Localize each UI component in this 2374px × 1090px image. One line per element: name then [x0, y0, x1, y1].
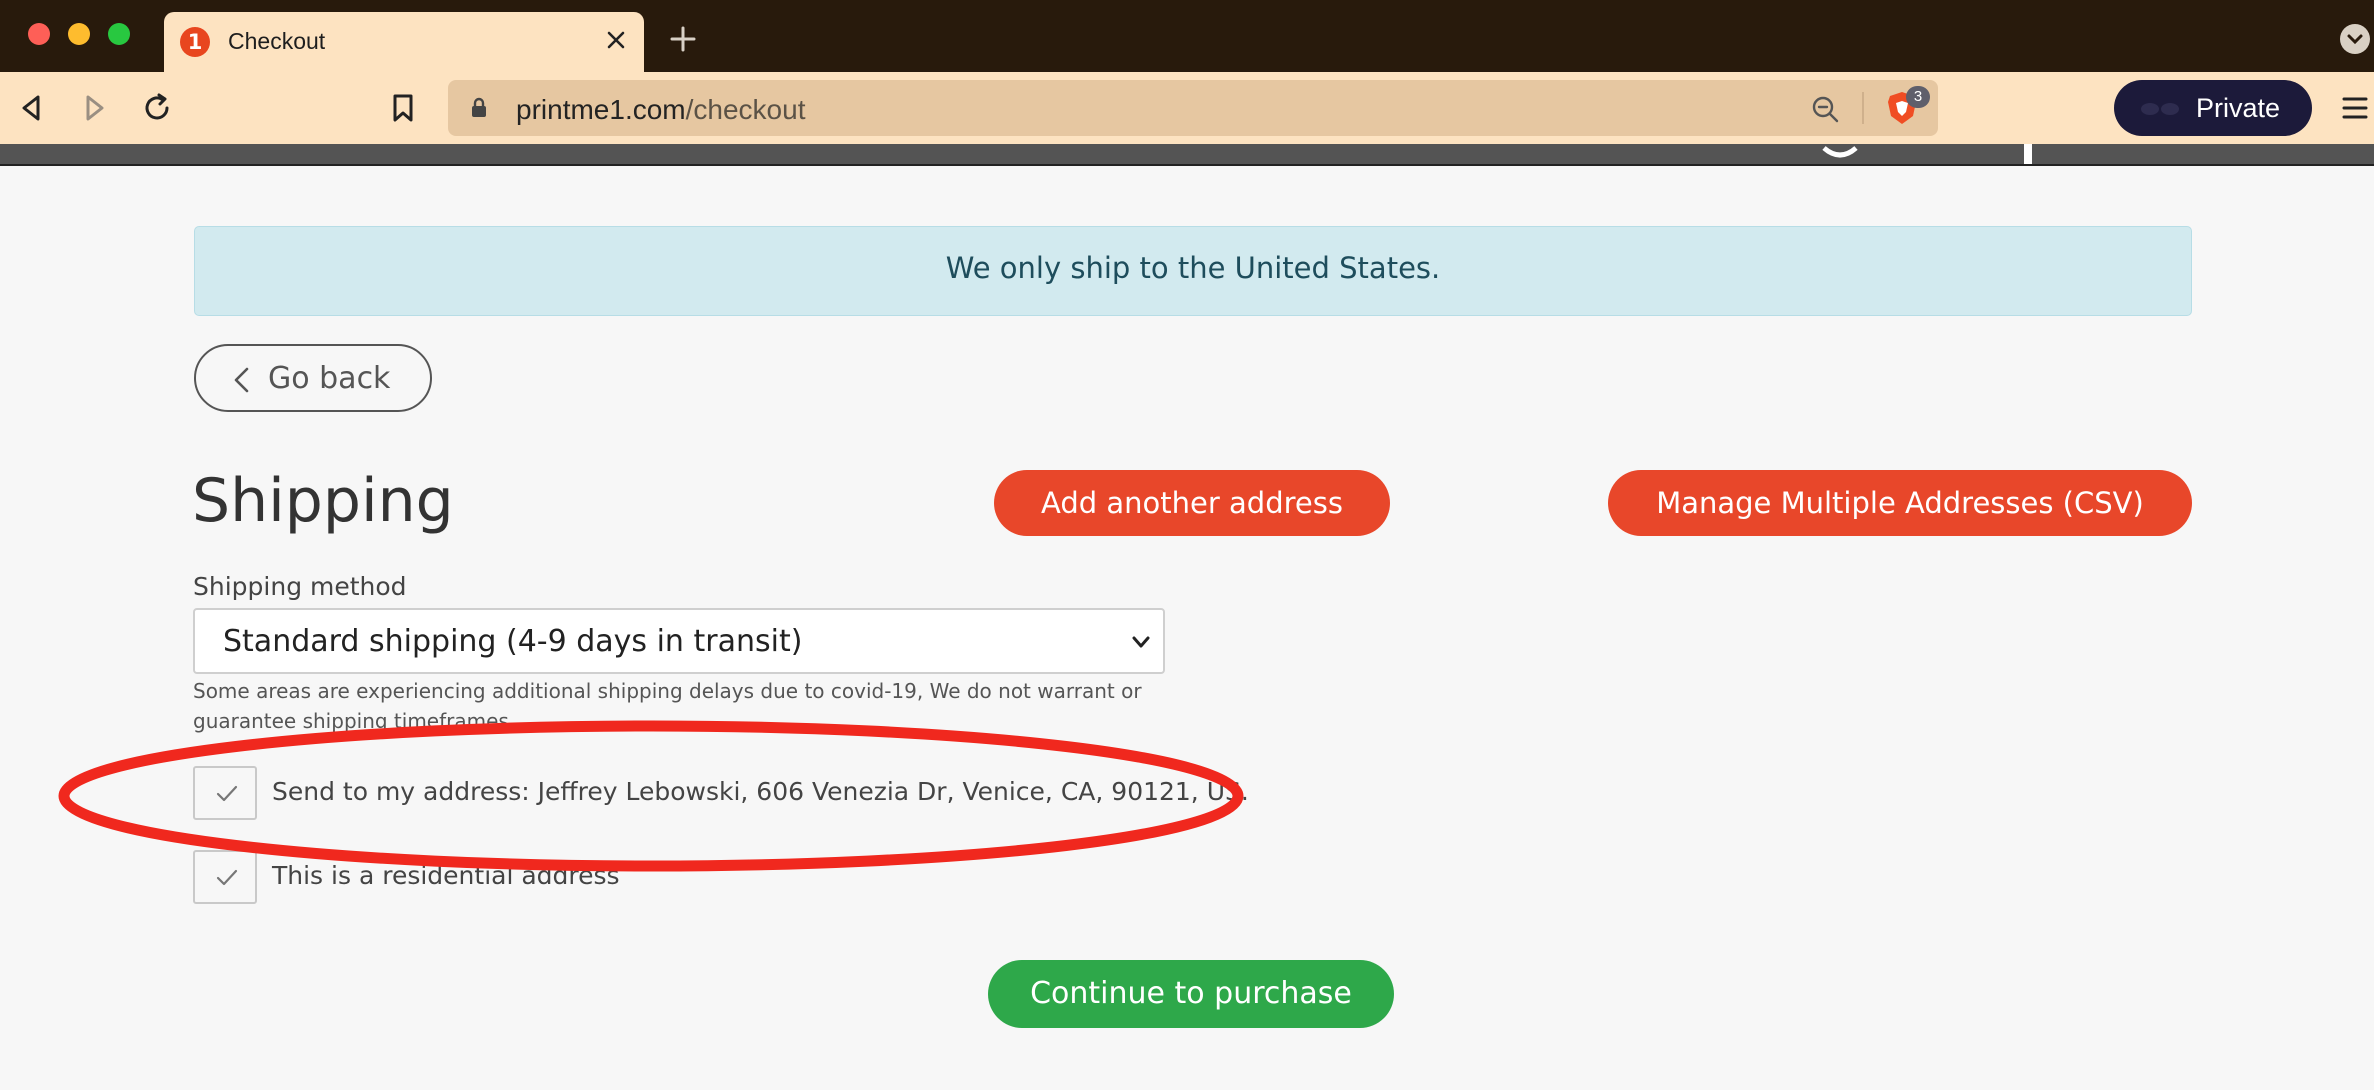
zoom-window-button[interactable] [108, 23, 130, 45]
close-window-button[interactable] [28, 23, 50, 45]
private-mask-icon [2141, 103, 2179, 115]
tab-checkout[interactable]: 1 Checkout [164, 12, 644, 72]
url-domain: printme1.com [516, 94, 686, 125]
browser-toolbar: printme1.com/checkout 3 Private [0, 72, 2374, 144]
hamburger-menu-icon[interactable] [2338, 91, 2372, 125]
browser-tab-bar: 1 Checkout [0, 0, 2374, 72]
url-divider [1862, 92, 1864, 124]
shipping-notice-text: We only ship to the United States. [945, 251, 1441, 285]
lock-icon [472, 97, 486, 117]
shipping-method-value: Standard shipping (4-9 days in transit) [223, 624, 803, 659]
tab-title: Checkout [228, 28, 326, 54]
page-title: Shipping [192, 466, 454, 536]
address-bar[interactable]: printme1.com/checkout 3 [448, 80, 1938, 136]
shields-count-badge: 3 [1906, 86, 1930, 108]
zoom-out-icon[interactable] [1810, 94, 1840, 124]
send-to-my-address-checkbox[interactable] [193, 766, 257, 820]
chevron-left-icon [234, 367, 249, 393]
reload-icon[interactable] [140, 91, 174, 125]
header-logo-fragment [2024, 144, 2032, 164]
add-address-button[interactable]: Add another address [994, 470, 1390, 536]
shipping-delay-help-text: Some areas are experiencing additional s… [193, 679, 1142, 733]
private-label: Private [2196, 93, 2281, 123]
shipping-notice: We only ship to the United States. [194, 226, 2192, 316]
forward-icon[interactable] [78, 91, 112, 125]
private-window-indicator[interactable]: Private [2114, 80, 2312, 136]
new-tab-icon[interactable] [668, 24, 698, 54]
site-header [0, 144, 2374, 166]
checkmark-icon [216, 785, 238, 802]
minimize-window-button[interactable] [68, 23, 90, 45]
continue-to-purchase-button[interactable]: Continue to purchase [988, 960, 1394, 1028]
checkmark-icon [216, 869, 238, 886]
site-favicon-icon: 1 [180, 27, 210, 57]
chevron-down-icon [2347, 34, 2363, 45]
shipping-method-select[interactable]: Standard shipping (4-9 days in transit) [193, 608, 1165, 674]
close-tab-icon[interactable] [602, 26, 630, 54]
residential-address-label: This is a residential address [272, 861, 620, 890]
url-path: /checkout [685, 94, 806, 125]
bookmark-icon[interactable] [386, 91, 420, 125]
checkout-content: We only ship to the United States. Go ba… [0, 168, 2374, 1090]
header-logo-fragment [1822, 146, 1858, 158]
tab-list-button[interactable] [2340, 24, 2370, 54]
go-back-button[interactable]: Go back [194, 344, 432, 412]
send-to-my-address-label: Send to my address: Jeffrey Lebowski, 60… [272, 777, 1249, 806]
url-text: printme1.com/checkout [516, 94, 805, 126]
shipping-method-label: Shipping method [193, 572, 407, 601]
go-back-label: Go back [268, 361, 391, 396]
chevron-down-icon [1132, 636, 1150, 648]
back-icon[interactable] [14, 91, 48, 125]
manage-multiple-addresses-button[interactable]: Manage Multiple Addresses (CSV) [1608, 470, 2192, 536]
residential-address-checkbox[interactable] [193, 850, 257, 904]
